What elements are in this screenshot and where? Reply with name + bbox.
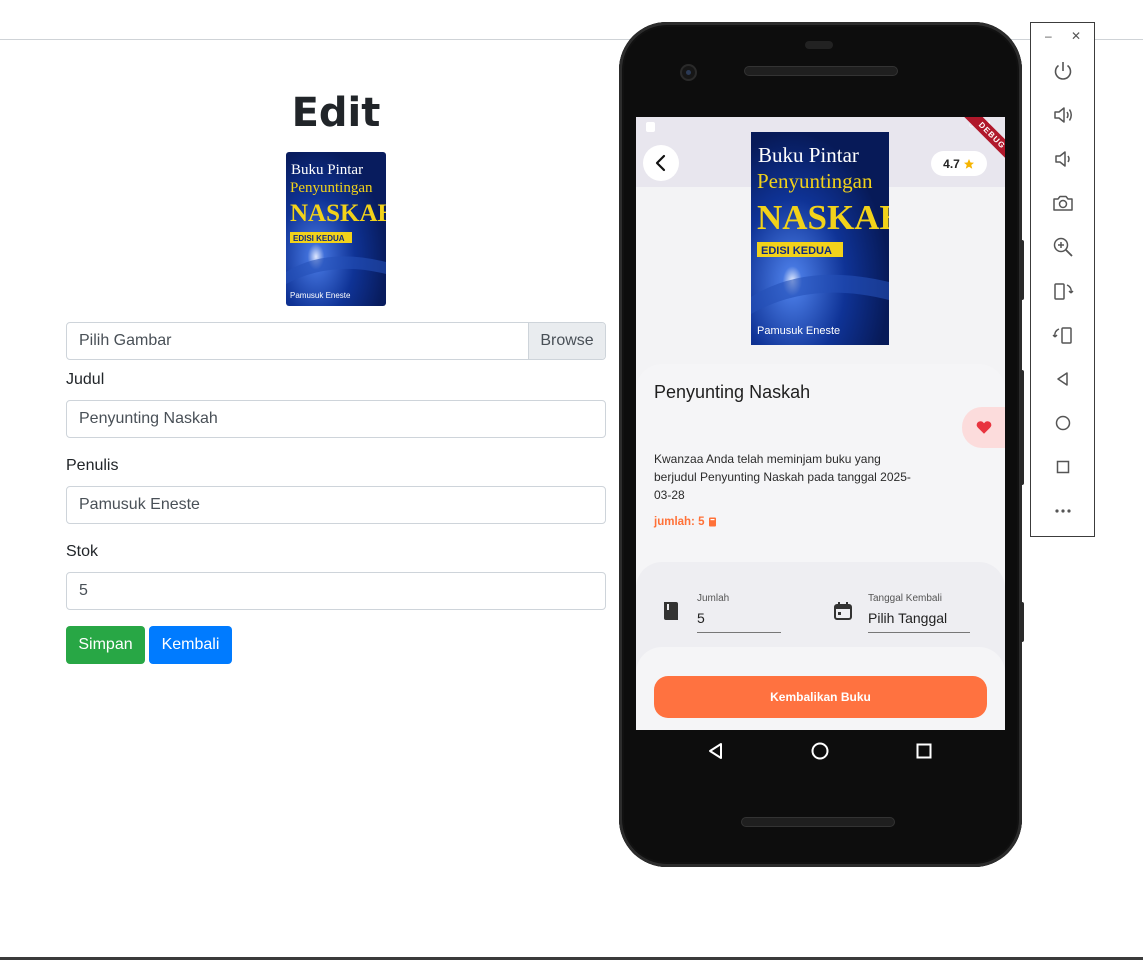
zoom-in-icon[interactable] [1051, 235, 1075, 259]
star-icon [963, 158, 974, 169]
rating-value: 4.7 [943, 156, 960, 171]
rotate-left-icon[interactable] [1051, 279, 1075, 303]
jumlah-underline [697, 632, 781, 633]
save-button[interactable]: Simpan [66, 626, 145, 664]
rating-badge: 4.7 [931, 151, 987, 176]
file-input-placeholder: Pilih Gambar [79, 332, 172, 349]
nav-back-icon[interactable] [706, 741, 726, 761]
stok-input[interactable]: 5 [66, 572, 606, 610]
svg-text:NASKAH: NASKAH [290, 200, 386, 227]
nav-home-icon[interactable] [810, 741, 830, 761]
svg-text:EDISI KEDUA: EDISI KEDUA [761, 245, 832, 257]
tanggal-underline [868, 632, 970, 633]
back-button[interactable]: Kembali [149, 626, 232, 664]
camera-icon[interactable] [1051, 191, 1075, 215]
page-title: Edit [291, 90, 381, 136]
minimize-icon[interactable]: – [1045, 29, 1052, 43]
svg-text:Buku Pintar: Buku Pintar [758, 143, 859, 167]
tanggal-kembali-input[interactable]: Pilih Tanggal [868, 610, 947, 626]
book-detail-card: Penyunting Naskah Kwanzaa Anda telah mem… [636, 364, 1005, 594]
phone-earpiece [744, 66, 898, 76]
image-file-input[interactable]: Pilih Gambar Browse [66, 322, 606, 360]
volume-down-icon[interactable] [1051, 147, 1075, 171]
book-cover-preview: Buku Pintar Penyuntingan NASKAH EDISI KE… [286, 152, 386, 306]
penulis-input[interactable]: Pamusuk Eneste [66, 486, 606, 524]
phone-bottom-speaker [741, 817, 895, 827]
android-nav-bar [636, 730, 1005, 772]
app-book-cover: Buku Pintar Penyuntingan NASKAH EDISI KE… [751, 132, 889, 345]
phone-volume-button [1020, 370, 1024, 485]
app-screen: ○ ▮ ▮ Buku Pintar Penyuntin [636, 117, 1005, 730]
emulator-toolbar: – ✕ [1030, 22, 1095, 537]
tanggal-kembali-label: Tanggal Kembali [868, 593, 942, 604]
svg-text:Penyuntingan: Penyuntingan [757, 169, 873, 193]
borrow-description: Kwanzaa Anda telah meminjam buku yang be… [654, 452, 911, 502]
phone-side-button [1020, 240, 1024, 300]
phone-emulator: ○ ▮ ▮ Buku Pintar Penyuntin [619, 22, 1024, 867]
svg-text:Buku Pintar: Buku Pintar [291, 162, 363, 178]
jumlah-input[interactable]: 5 [697, 610, 705, 626]
penulis-label: Penulis [66, 457, 119, 474]
return-book-button[interactable]: Kembalikan Buku [654, 676, 987, 718]
browse-button[interactable]: Browse [528, 323, 605, 359]
book-small-icon [709, 517, 717, 527]
svg-text:Pamusuk Eneste: Pamusuk Eneste [290, 291, 351, 300]
home-icon[interactable] [1051, 411, 1075, 435]
phone-side-button-lower [1020, 602, 1024, 642]
favorite-button[interactable] [962, 407, 1005, 448]
svg-text:Penyuntingan: Penyuntingan [290, 180, 373, 196]
svg-text:NASKAH: NASKAH [757, 198, 889, 237]
chevron-left-icon [655, 154, 666, 172]
nav-overview-icon[interactable] [914, 741, 934, 761]
stok-label: Stok [66, 543, 99, 560]
phone-sensor [805, 41, 833, 49]
svg-text:EDISI KEDUA: EDISI KEDUA [293, 234, 345, 243]
calendar-icon [834, 602, 852, 620]
overview-icon[interactable] [1051, 455, 1075, 479]
power-icon[interactable] [1051, 59, 1075, 83]
app-back-button[interactable] [643, 145, 679, 181]
close-icon[interactable]: ✕ [1071, 29, 1081, 43]
app-book-title: Penyunting Naskah [654, 382, 811, 402]
heart-icon [976, 421, 992, 434]
jumlah-label: Jumlah [697, 593, 730, 604]
rotate-right-icon[interactable] [1051, 323, 1075, 347]
front-camera [680, 64, 697, 81]
svg-text:Pamusuk Eneste: Pamusuk Eneste [757, 325, 840, 337]
quantity-info: jumlah: 5 [654, 516, 717, 528]
more-icon[interactable] [1051, 499, 1075, 523]
judul-label: Judul [66, 371, 105, 388]
volume-up-icon[interactable] [1051, 103, 1075, 127]
quantity-text: jumlah: 5 [654, 516, 705, 528]
judul-input[interactable]: Penyunting Naskah [66, 400, 606, 438]
status-notification-icon [646, 122, 655, 132]
book-icon [664, 602, 678, 620]
back-icon[interactable] [1051, 367, 1075, 391]
